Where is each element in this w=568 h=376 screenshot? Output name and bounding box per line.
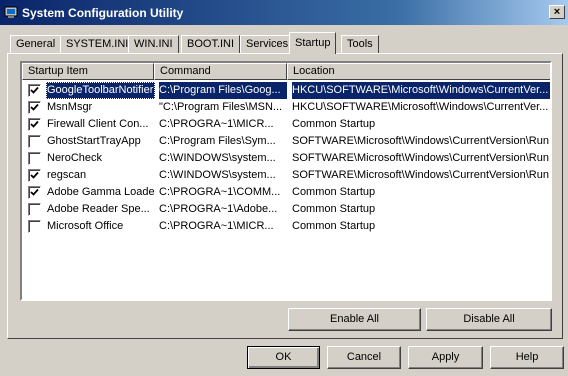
tab-startup[interactable]: Startup [289, 32, 337, 54]
enable-checkbox[interactable] [28, 203, 41, 216]
startup-item-name: Firewall Client Con... [47, 118, 149, 130]
list-header: Startup Item Command Location [22, 63, 550, 80]
startup-item-name: regscan [47, 169, 87, 181]
enable-checkbox[interactable] [28, 186, 41, 199]
startup-item-name: GhostStartTrayApp [47, 135, 141, 147]
enable-checkbox[interactable] [28, 152, 41, 165]
startup-item-name: Microsoft Office [47, 220, 124, 232]
command-cell: C:\WINDOWS\system... [159, 169, 276, 181]
column-header-startup-item[interactable]: Startup Item [22, 63, 154, 80]
list-item[interactable]: GhostStartTrayApp C:\Program Files\Sym...… [22, 133, 550, 150]
location-cell: Common Startup [292, 220, 376, 232]
startup-list[interactable]: Startup Item Command Location GoogleTool… [20, 61, 552, 301]
list-item[interactable]: NeroCheck C:\WINDOWS\system... SOFTWARE\Mi… [22, 150, 550, 167]
list-item[interactable]: Adobe Reader Spe... C:\PROGRA~1\Adobe... C… [22, 201, 550, 218]
enable-checkbox[interactable] [28, 220, 41, 233]
enable-checkbox[interactable] [28, 84, 41, 97]
startup-item-name: Adobe Gamma Loader [47, 186, 155, 198]
enable-checkbox[interactable] [28, 135, 41, 148]
close-button[interactable]: × [549, 5, 565, 19]
enable-checkbox[interactable] [28, 101, 41, 114]
list-item[interactable]: Microsoft Office C:\PROGRA~1\MICR... Commo… [22, 218, 550, 235]
list-item[interactable]: Firewall Client Con... C:\PROGRA~1\MICR..… [22, 116, 550, 133]
disable-all-button[interactable]: Disable All [426, 308, 552, 331]
enable-checkbox[interactable] [28, 118, 41, 131]
window-title: System Configuration Utility [22, 6, 184, 20]
startup-item-name: Adobe Reader Spe... [47, 203, 150, 215]
column-header-command[interactable]: Command [154, 63, 287, 80]
command-cell: C:\PROGRA~1\Adobe... [159, 203, 278, 215]
column-header-location[interactable]: Location [287, 63, 550, 80]
command-cell: C:\Program Files\Goog... [159, 82, 287, 99]
tab-services[interactable]: Services [240, 35, 295, 53]
help-button[interactable]: Help [490, 346, 564, 369]
command-cell: C:\PROGRA~1\COMM... [159, 186, 281, 198]
startup-item-name: MsnMsgr [47, 101, 93, 113]
location-cell: Common Startup [292, 118, 376, 130]
tab-general[interactable]: General [10, 35, 62, 53]
location-cell: SOFTWARE\Microsoft\Windows\CurrentVersio… [292, 152, 549, 164]
location-cell: Common Startup [292, 203, 376, 215]
ok-button[interactable]: OK [247, 346, 320, 369]
command-cell: C:\WINDOWS\system... [159, 152, 276, 164]
enable-all-button[interactable]: Enable All [288, 308, 421, 331]
msconfig-icon [4, 5, 18, 19]
location-cell: SOFTWARE\Microsoft\Windows\CurrentVersio… [292, 135, 549, 147]
location-cell: SOFTWARE\Microsoft\Windows\CurrentVersio… [292, 169, 549, 181]
title-bar[interactable]: System Configuration Utility × [0, 0, 568, 25]
startup-item-name: GoogleToolbarNotifier [46, 82, 155, 99]
cancel-button[interactable]: Cancel [327, 346, 401, 369]
tab-win-ini[interactable]: WIN.INI [128, 35, 179, 53]
location-cell: HKCU\SOFTWARE\Microsoft\Windows\CurrentV… [292, 101, 549, 113]
command-cell: C:\Program Files\Sym... [159, 135, 276, 147]
location-cell: HKCU\SOFTWARE\Microsoft\Windows\CurrentV… [292, 82, 550, 99]
close-icon: × [553, 6, 561, 18]
tab-tools[interactable]: Tools [341, 35, 379, 53]
tab-system-ini[interactable]: SYSTEM.INI [60, 35, 135, 53]
tab-boot-ini[interactable]: BOOT.INI [181, 35, 241, 53]
list-item[interactable]: GoogleToolbarNotifier C:\Program Files\Go… [22, 82, 550, 99]
startup-item-name: NeroCheck [47, 152, 103, 164]
list-item[interactable]: regscan C:\WINDOWS\system... SOFTWARE\Micr… [22, 167, 550, 184]
location-cell: Common Startup [292, 186, 376, 198]
command-cell: C:\PROGRA~1\MICR... [159, 118, 274, 130]
command-cell: C:\PROGRA~1\MICR... [159, 220, 274, 232]
list-item[interactable]: Adobe Gamma Loader C:\PROGRA~1\COMM... Com… [22, 184, 550, 201]
command-cell: "C:\Program Files\MSN... [159, 101, 283, 113]
apply-button[interactable]: Apply [408, 346, 483, 369]
list-item[interactable]: MsnMsgr "C:\Program Files\MSN... HKCU\SOFT… [22, 99, 550, 116]
enable-checkbox[interactable] [28, 169, 41, 182]
